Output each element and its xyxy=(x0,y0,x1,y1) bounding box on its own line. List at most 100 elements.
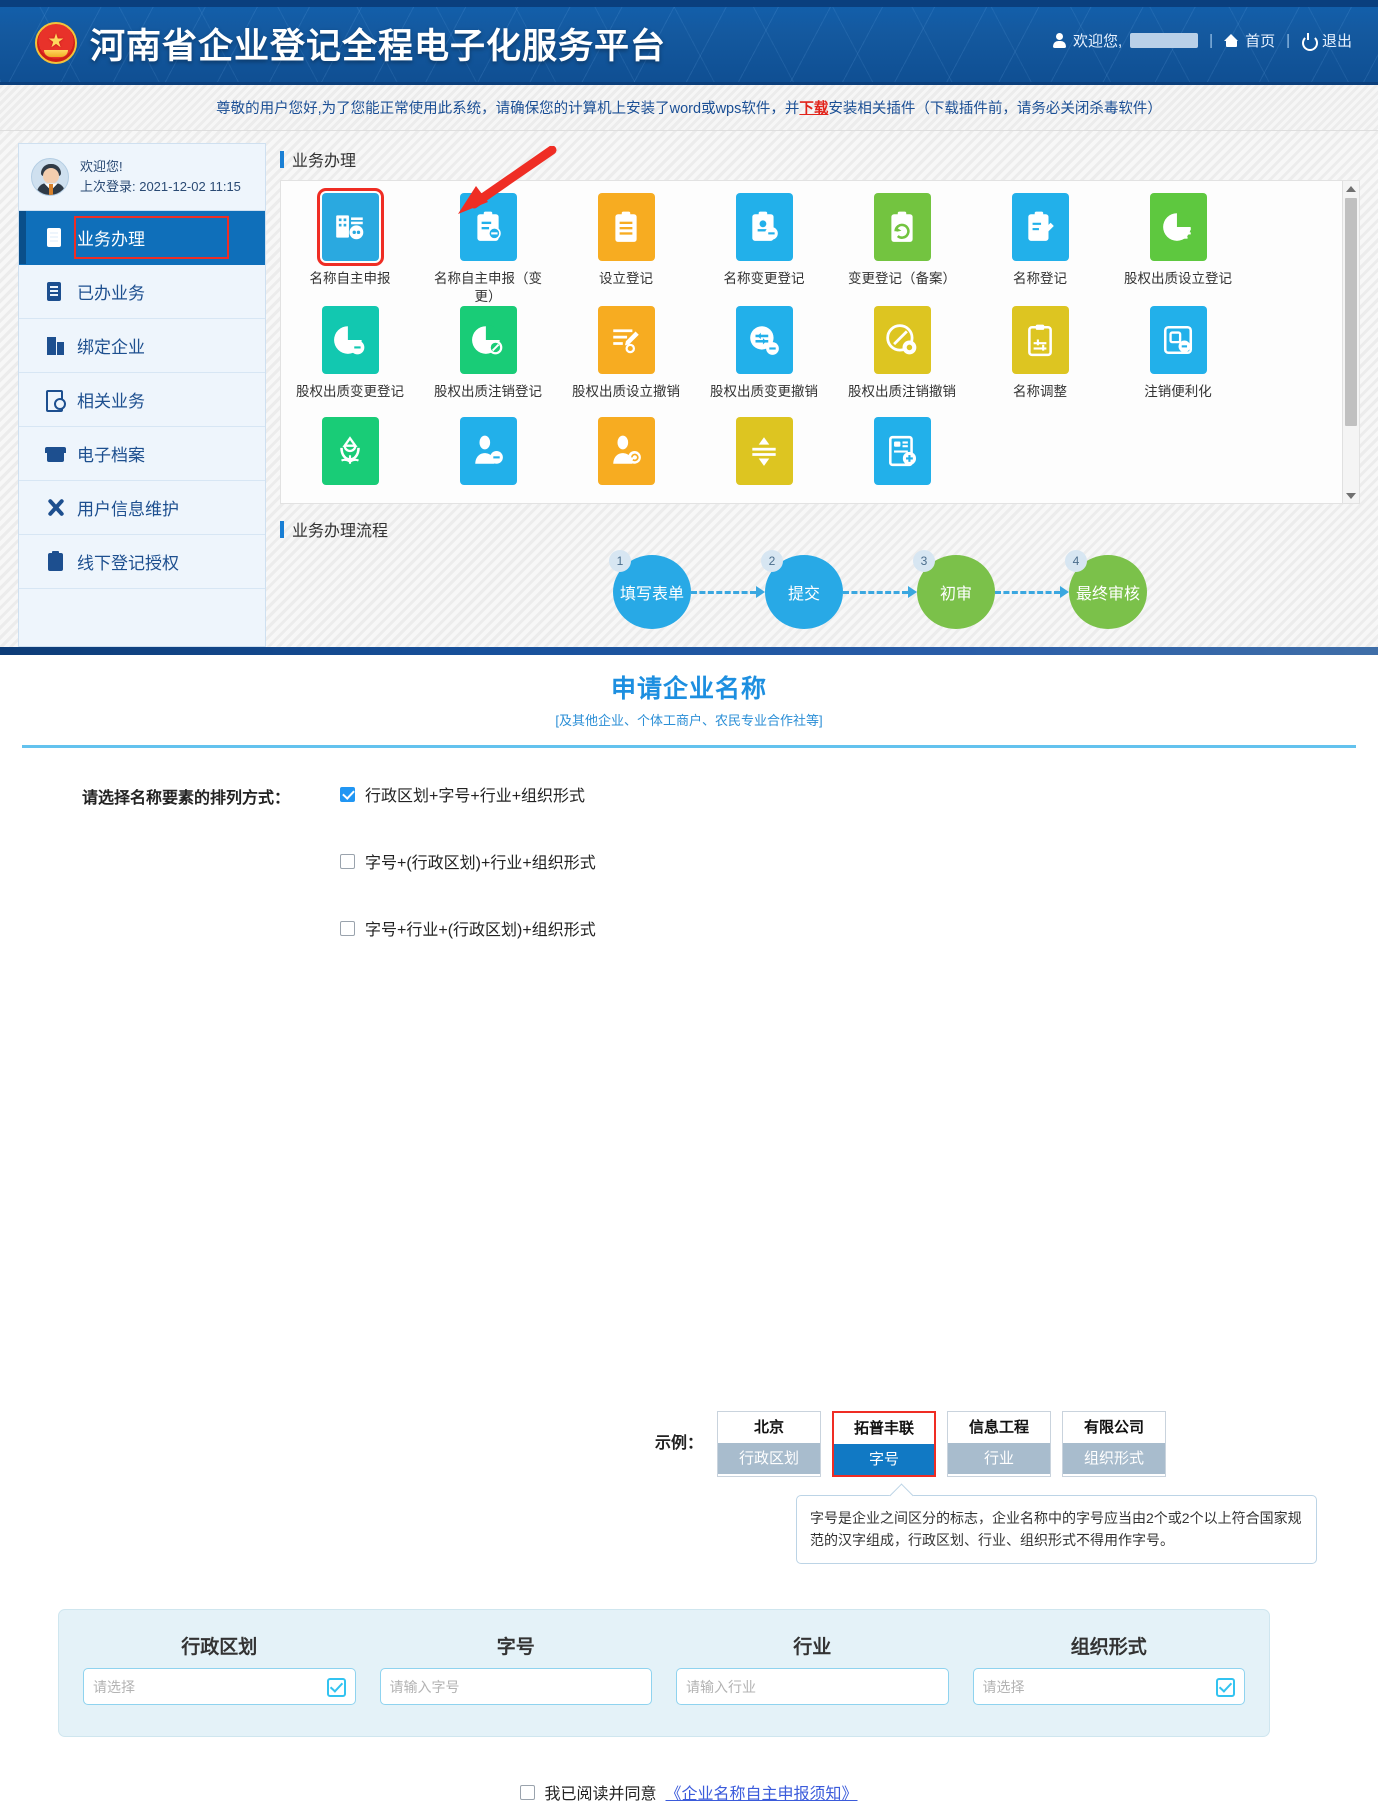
business-tile-15[interactable] xyxy=(281,417,419,504)
portal-body: 欢迎您! 上次登录: 2021-12-02 11:15 业务办理已办业务绑定企业… xyxy=(0,131,1378,647)
scroll-up-arrow-icon[interactable] xyxy=(1343,181,1359,196)
sidebar-item-label: 相关业务 xyxy=(77,387,145,412)
form-top-band xyxy=(0,647,1378,655)
business-tile-7[interactable]: 股权出质设立登记 xyxy=(1109,193,1247,306)
business-tile-4[interactable]: 名称变更登记 xyxy=(695,193,833,306)
home-link[interactable]: 首页 xyxy=(1224,30,1275,51)
business-tile-5[interactable]: 变更登记（备案） xyxy=(833,193,971,306)
field-group-1: 行政区划请选择 xyxy=(71,1610,368,1736)
field-group-3: 行业请输入行业 xyxy=(664,1610,961,1736)
page-subtitle: [及其他企业、个体工商户、农民专业合作社等] xyxy=(0,710,1378,729)
sidebar-item-7[interactable]: 线下登记授权 xyxy=(19,535,265,589)
example-label: 示例： xyxy=(655,1411,703,1453)
sidebar-item-6[interactable]: 用户信息维护 xyxy=(19,481,265,535)
agreement-text: 我已阅读并同意 xyxy=(544,1780,656,1804)
header-user-area: 欢迎您, | 首页 | 退出 xyxy=(1052,30,1352,51)
business-tile-label: 注销便利化 xyxy=(1119,383,1237,417)
arrangement-option-checkbox[interactable] xyxy=(340,854,355,869)
arrangement-option-checkbox[interactable] xyxy=(340,921,355,936)
business-tile-2[interactable]: 名称自主申报（变更） xyxy=(419,193,557,306)
business-tile-17[interactable] xyxy=(557,417,695,504)
business-tile-19[interactable] xyxy=(833,417,971,504)
flow-step-1: 1填写表单 xyxy=(613,555,691,629)
business-tile-label: 股权出质设立撤销 xyxy=(567,383,685,417)
business-tile-1[interactable]: 名称自主申报 xyxy=(281,193,419,306)
field-input-4[interactable]: 请选择 xyxy=(973,1668,1246,1705)
field-placeholder: 请选择 xyxy=(983,1677,1025,1697)
tile-panel-scrollbar[interactable] xyxy=(1342,181,1359,503)
flow-step-4: 4最终审核 xyxy=(1069,555,1147,629)
sidebar-welcome: 欢迎您! xyxy=(80,157,241,177)
site-title: 河南省企业登记全程电子化服务平台 xyxy=(90,18,666,69)
business-tile-label: 名称自主申报（变更） xyxy=(429,270,547,306)
business-tile-6[interactable]: 名称登记 xyxy=(971,193,1109,306)
flow-section-title: 业务办理流程 xyxy=(280,517,1360,541)
select-check-icon[interactable] xyxy=(1216,1678,1235,1697)
arrangement-option-3[interactable]: 字号+行业+(行政区划)+组织形式 xyxy=(340,916,596,940)
agreement-row[interactable]: 我已阅读并同意 《企业名称自主申报须知》 xyxy=(0,1780,1378,1804)
arrangement-option-checkbox[interactable] xyxy=(340,787,355,802)
business-tile-8[interactable]: 股权出质变更登记 xyxy=(281,306,419,417)
example-box-3[interactable]: 信息工程行业 xyxy=(947,1411,1051,1477)
business-tile-10[interactable]: 股权出质设立撤销 xyxy=(557,306,695,417)
arrangement-option-2[interactable]: 字号+(行政区划)+行业+组织形式 xyxy=(340,849,596,873)
field-label: 组织形式 xyxy=(973,1632,1246,1659)
logout-link[interactable]: 退出 xyxy=(1301,30,1352,51)
business-tile-3[interactable]: 设立登记 xyxy=(557,193,695,306)
example-box-1[interactable]: 北京行政区划 xyxy=(717,1411,821,1477)
sidebar-user-card: 欢迎您! 上次登录: 2021-12-02 11:15 xyxy=(19,144,265,211)
sidebar-item-2[interactable]: 已办业务 xyxy=(19,265,265,319)
scrollbar-thumb[interactable] xyxy=(1345,198,1357,426)
example-box-4[interactable]: 有限公司组织形式 xyxy=(1062,1411,1166,1477)
national-emblem-icon: ★ xyxy=(35,22,77,64)
portal-page: ★ 河南省企业登记全程电子化服务平台 欢迎您, | 首页 | 退出 尊敬的用户您… xyxy=(0,0,1378,647)
field-input-1[interactable]: 请选择 xyxy=(83,1668,356,1705)
flow-step-3: 3初审 xyxy=(917,555,995,629)
merge-arrows-icon xyxy=(736,417,793,485)
business-tile-18[interactable] xyxy=(695,417,833,504)
form-header: 申请企业名称 [及其他企业、个体工商户、农民专业合作社等] xyxy=(0,655,1378,737)
sidebar-item-3[interactable]: 绑定企业 xyxy=(19,319,265,373)
pie-ban-icon xyxy=(460,306,517,374)
flow-step-number: 3 xyxy=(913,550,935,572)
apply-company-name-page: 申请企业名称 [及其他企业、个体工商户、农民专业合作社等] 请选择名称要素的排列… xyxy=(0,647,1378,1167)
user-icon xyxy=(1052,33,1067,48)
tools-icon xyxy=(45,497,67,519)
page-title: 申请企业名称 xyxy=(0,669,1378,705)
tile-row xyxy=(281,417,1342,504)
flow-step-number: 1 xyxy=(609,550,631,572)
example-box-2[interactable]: 拓普丰联字号 xyxy=(832,1411,936,1477)
business-tile-14[interactable]: 注销便利化 xyxy=(1109,306,1247,417)
sidebar-item-4[interactable]: 相关业务 xyxy=(19,373,265,427)
sidebar-menu: 业务办理已办业务绑定企业相关业务电子档案用户信息维护线下登记授权 xyxy=(19,211,265,589)
home-icon xyxy=(1224,33,1239,48)
sidebar-item-label: 线下登记授权 xyxy=(77,549,179,574)
field-group-4: 组织形式请选择 xyxy=(961,1610,1258,1736)
business-tile-12[interactable]: 股权出质注销撤销 xyxy=(833,306,971,417)
name-fields-panel: 行政区划请选择字号请输入字号行业请输入行业组织形式请选择 xyxy=(58,1609,1270,1737)
document-check-icon xyxy=(45,281,67,303)
sidebar: 欢迎您! 上次登录: 2021-12-02 11:15 业务办理已办业务绑定企业… xyxy=(18,143,266,647)
sidebar-item-5[interactable]: 电子档案 xyxy=(19,427,265,481)
flow-section-title-text: 业务办理流程 xyxy=(292,517,388,541)
agreement-link[interactable]: 《企业名称自主申报须知》 xyxy=(666,1780,858,1804)
sidebar-item-1[interactable]: 业务办理 xyxy=(19,211,265,265)
clipboard-minus-icon xyxy=(460,193,517,261)
agreement-checkbox[interactable] xyxy=(520,1785,535,1800)
field-input-2[interactable]: 请输入字号 xyxy=(380,1668,653,1705)
field-label: 字号 xyxy=(380,1632,653,1659)
qr-badge-icon xyxy=(1150,306,1207,374)
select-check-icon[interactable] xyxy=(327,1678,346,1697)
field-label: 行业 xyxy=(676,1632,949,1659)
business-tile-16[interactable] xyxy=(419,417,557,504)
field-input-3[interactable]: 请输入行业 xyxy=(676,1668,949,1705)
business-tile-9[interactable]: 股权出质注销登记 xyxy=(419,306,557,417)
business-tile-11[interactable]: 股权出质变更撤销 xyxy=(695,306,833,417)
business-tile-13[interactable]: 名称调整 xyxy=(971,306,1109,417)
exchange-minus-icon xyxy=(736,306,793,374)
notice-text-before: 尊敬的用户您好,为了您能正常使用此系统，请确保您的计算机上安装了word或wps… xyxy=(216,101,799,117)
scroll-down-arrow-icon[interactable] xyxy=(1343,488,1359,503)
arrangement-option-1[interactable]: 行政区划+字号+行业+组织形式 xyxy=(340,782,596,806)
download-link[interactable]: 下载 xyxy=(799,101,828,117)
example-value: 信息工程 xyxy=(948,1412,1050,1443)
